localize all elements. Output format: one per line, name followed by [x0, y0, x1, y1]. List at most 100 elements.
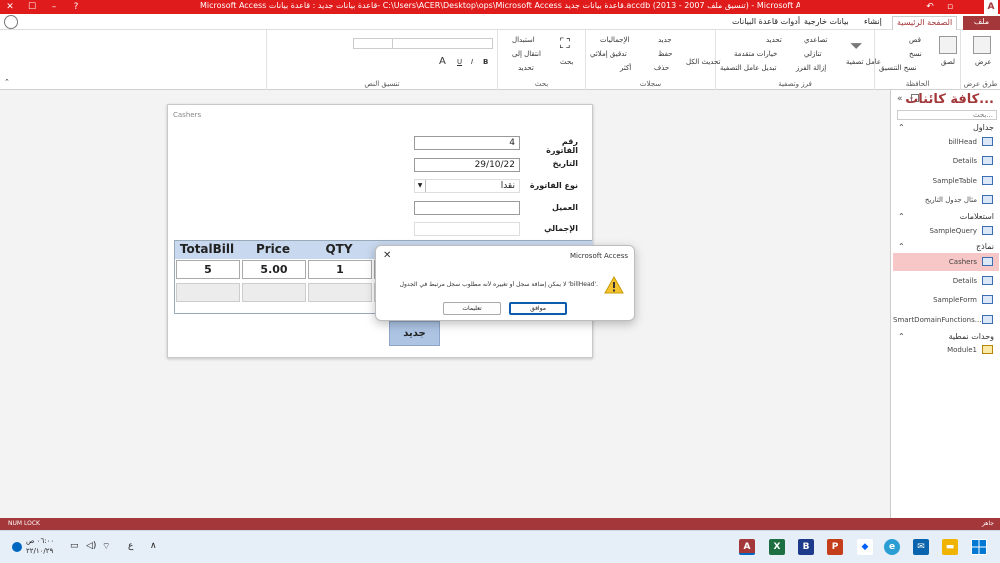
- goto-button[interactable]: انتقال إلى: [512, 50, 541, 58]
- battery-icon[interactable]: ▭: [70, 541, 79, 551]
- undo-icon[interactable]: ↶: [920, 0, 940, 14]
- customer-field[interactable]: [414, 201, 520, 215]
- selection-button[interactable]: تحديد: [766, 36, 782, 44]
- volume-icon[interactable]: ◁): [86, 541, 96, 551]
- nav-group-modules[interactable]: ⌃ وحدات نمطية: [894, 332, 994, 341]
- nav-item-sampleform[interactable]: SampleForm: [893, 291, 999, 309]
- nav-item-module1[interactable]: Module1: [893, 341, 999, 359]
- new-record-button[interactable]: جديد: [658, 36, 672, 44]
- refresh-all-button[interactable]: تحديث الكل: [686, 58, 720, 66]
- mail-icon[interactable]: ✉: [913, 539, 929, 555]
- select-button[interactable]: تحديد: [518, 64, 534, 72]
- paste-button[interactable]: لصق: [941, 58, 955, 66]
- cell-price[interactable]: 5.00: [242, 260, 306, 279]
- totals-button[interactable]: الإجماليات: [600, 36, 629, 44]
- maximize-window-button[interactable]: ☐: [22, 0, 42, 14]
- descending-button[interactable]: تنازلي: [804, 50, 822, 58]
- date-field[interactable]: 29/10/22: [414, 158, 520, 172]
- start-button[interactable]: [971, 539, 987, 555]
- show-hidden-icons[interactable]: ∧: [150, 541, 157, 551]
- more-button[interactable]: أكثر: [620, 64, 631, 72]
- nav-item-details-table[interactable]: Details: [893, 152, 999, 170]
- help-button[interactable]: تعليمات: [443, 302, 501, 315]
- nav-item-details-form[interactable]: Details: [893, 272, 999, 290]
- nav-group-tables[interactable]: ⌃ جداول: [894, 123, 994, 132]
- italic-button[interactable]: I: [471, 58, 473, 66]
- close-window-button[interactable]: ✕: [0, 0, 20, 14]
- toggle-filter-button[interactable]: تبديل عامل التصفية: [720, 64, 776, 72]
- ribbon: عرض طرق عرض لصق قص نسخ نسخ التنسيق الحاف…: [0, 30, 1000, 90]
- tab-external-data[interactable]: بيانات خارجية: [800, 16, 853, 30]
- spelling-button[interactable]: تدقيق إملائي: [590, 50, 627, 58]
- tab-home[interactable]: الصفحة الرئيسية: [892, 16, 958, 30]
- filter-icon[interactable]: ⏷: [850, 36, 868, 55]
- save-record-button[interactable]: حفظ: [658, 50, 673, 58]
- new-button[interactable]: جديد: [389, 321, 440, 346]
- find-button[interactable]: بحث: [560, 58, 573, 66]
- nav-item-samplequery[interactable]: SampleQuery: [893, 222, 999, 240]
- underline-button[interactable]: U: [457, 58, 462, 66]
- wifi-icon[interactable]: ⌔: [102, 541, 110, 552]
- paste-icon[interactable]: [939, 36, 957, 54]
- nav-group-forms[interactable]: ⌃ نماذج: [894, 242, 994, 251]
- new-row-cell[interactable]: [176, 283, 240, 302]
- nav-search-input[interactable]: بحث...: [897, 110, 997, 120]
- minimize-window-button[interactable]: –: [44, 0, 64, 14]
- nav-title[interactable]: كافة كائنات...: [905, 92, 994, 107]
- binoculars-icon[interactable]: ⛶: [560, 36, 578, 54]
- ascending-button[interactable]: تصاعدي: [804, 36, 827, 44]
- font-size-combobox[interactable]: [353, 38, 393, 49]
- nav-item-date-table[interactable]: مثال جدول التاريخ: [893, 191, 999, 209]
- delete-record-button[interactable]: حذف: [654, 64, 669, 72]
- bold-button[interactable]: B: [483, 58, 488, 66]
- edge-browser-icon[interactable]: e: [884, 539, 900, 555]
- format-painter-button[interactable]: نسخ التنسيق: [879, 64, 916, 72]
- help-button[interactable]: ?: [66, 0, 86, 14]
- clock-time[interactable]: ٠٦:٠٠ ص: [26, 537, 54, 545]
- advanced-button[interactable]: خيارات متقدمة: [734, 50, 777, 58]
- remove-sort-button[interactable]: إزالة الفرز: [796, 64, 826, 72]
- ready-status: جاهز: [981, 520, 994, 527]
- view-icon[interactable]: [973, 36, 991, 54]
- title-bar: ✕ ☐ – ? Microsoft Access قاعدة بيانات جد…: [0, 0, 1000, 14]
- file-explorer-icon[interactable]: ▬: [942, 539, 958, 555]
- tab-create[interactable]: إنشاء: [860, 16, 886, 30]
- new-row-cell[interactable]: [308, 283, 372, 302]
- replace-button[interactable]: استبدال: [512, 36, 535, 44]
- notification-icon[interactable]: [12, 542, 22, 552]
- clock-date[interactable]: ٢٢/١٠/٢٩: [26, 547, 53, 555]
- chevron-down-icon[interactable]: ▼: [415, 180, 426, 192]
- filter-button[interactable]: عامل تصفية: [846, 58, 881, 66]
- cut-button[interactable]: قص: [909, 36, 921, 44]
- view-button[interactable]: عرض: [975, 58, 992, 66]
- new-row-cell[interactable]: [242, 283, 306, 302]
- dropbox-icon[interactable]: ◆: [857, 539, 873, 555]
- powerpoint-app-icon[interactable]: P: [827, 539, 843, 555]
- invoice-type-select[interactable]: ▼ نقدا: [414, 179, 520, 193]
- cell-qty[interactable]: 1: [308, 260, 372, 279]
- font-color-button[interactable]: A: [439, 56, 446, 67]
- nav-item-smartdomain[interactable]: SmartDomainFunctions...: [893, 311, 999, 329]
- nav-item-sampletable[interactable]: SampleTable: [893, 172, 999, 190]
- save-icon[interactable]: ▫: [940, 0, 960, 14]
- nav-group-queries[interactable]: ⌃ استعلامات: [894, 212, 994, 221]
- sort-group-label: فرز وتصفية: [778, 80, 812, 88]
- tab-file[interactable]: ملف: [963, 16, 1000, 30]
- total-field[interactable]: [414, 222, 520, 236]
- tab-database-tools[interactable]: أدوات قاعدة البيانات: [728, 16, 804, 30]
- nav-item-billhead[interactable]: billHead: [893, 133, 999, 151]
- nav-item-cashers[interactable]: Cashers: [893, 253, 999, 271]
- cell-totalbill[interactable]: 5: [176, 260, 240, 279]
- collapse-pane-icon[interactable]: «: [897, 94, 903, 104]
- excel-app-icon[interactable]: X: [769, 539, 785, 555]
- user-avatar-icon[interactable]: [4, 15, 18, 29]
- col-header-qty: QTY: [325, 242, 353, 256]
- invoice-no-field[interactable]: 4: [414, 136, 520, 150]
- dialog-close-button[interactable]: ✕: [383, 250, 391, 261]
- publisher-app-icon[interactable]: B: [798, 539, 814, 555]
- ok-button[interactable]: موافق: [509, 302, 567, 315]
- language-indicator[interactable]: ع: [128, 541, 133, 551]
- collapse-ribbon-icon[interactable]: ⌃: [4, 78, 10, 86]
- copy-button[interactable]: نسخ: [909, 50, 922, 58]
- access-app-icon[interactable]: A: [739, 539, 755, 555]
